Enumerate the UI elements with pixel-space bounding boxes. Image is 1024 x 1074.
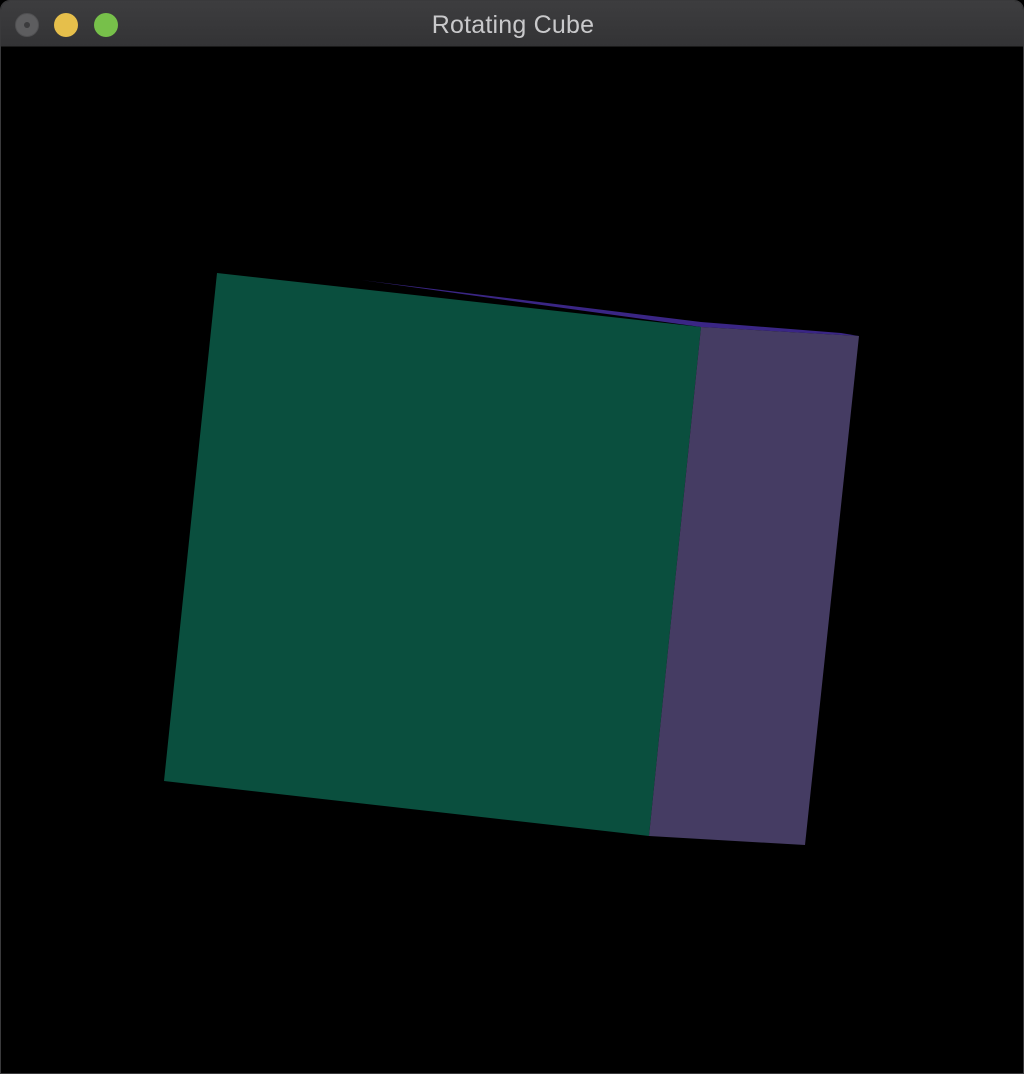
title-bar[interactable]: Rotating Cube [1,1,1023,47]
cube-canvas [164,273,859,845]
cube-front-face [164,273,701,836]
window-title: Rotating Cube [431,11,595,39]
app-window: Rotating Cube [0,0,1024,1074]
render-viewport[interactable] [1,47,1023,1073]
